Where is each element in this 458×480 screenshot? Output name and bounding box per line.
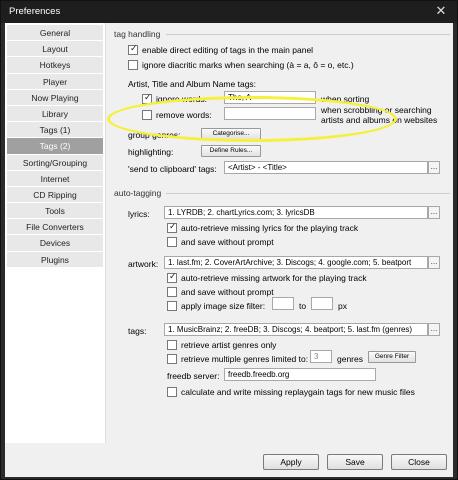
retrieve-multiple-genres-checkbox[interactable] — [167, 354, 177, 364]
title-bar: Preferences ✕ — [1, 1, 457, 23]
retrieve-artist-genres-checkbox[interactable] — [167, 340, 177, 350]
sidebar-item[interactable]: Hotkeys — [7, 57, 103, 74]
genres-label: genres — [337, 354, 363, 364]
tags-sources-input[interactable]: 1. MusicBrainz; 2. freeDB; 3. Discogs; 4… — [164, 323, 428, 336]
sidebar-item[interactable]: File Converters — [7, 219, 103, 236]
sidebar-item[interactable]: CD Ripping — [7, 186, 103, 204]
freedb-server-input[interactable]: freedb.freedb.org — [224, 368, 376, 381]
sidebar-item[interactable]: Plugins — [7, 251, 103, 268]
genre-filter-button[interactable]: Genre Filter — [368, 351, 416, 363]
retrieve-artist-genres-label: retrieve artist genres only — [181, 340, 277, 350]
replaygain-label: calculate and write missing replaygain t… — [181, 387, 415, 397]
content-area: General Layout Hotkeys Player Now Playing Lib… — [5, 23, 453, 443]
divider — [166, 193, 450, 194]
yellow-highlight-annotation — [107, 96, 397, 142]
artist-title-label: Artist, Title and Album Name tags: — [128, 79, 257, 89]
lyrics-auto-label: auto-retrieve missing lyrics for the pla… — [181, 223, 359, 233]
send-clipboard-input[interactable]: <Artist> - <Title> — [224, 161, 428, 174]
artwork-sources-input[interactable]: 1. last.fm; 2. CoverArtArchive; 3. Disco… — [164, 256, 428, 269]
highlighting-label: highlighting: — [128, 147, 174, 157]
save-button[interactable]: Save — [327, 454, 383, 470]
enable-direct-edit-label: enable direct editing of tags in the mai… — [142, 45, 314, 55]
sidebar-item[interactable]: General — [7, 25, 103, 42]
artwork-label: artwork: — [128, 259, 159, 269]
artwork-auto-checkbox[interactable] — [167, 271, 177, 283]
artwork-ellipsis-button[interactable]: ... — [428, 256, 440, 269]
sidebar-item[interactable]: Devices — [7, 235, 103, 252]
image-filter-checkbox[interactable] — [167, 301, 177, 311]
px-label: px — [338, 301, 347, 311]
window-title: Preferences — [9, 6, 61, 17]
close-icon[interactable]: ✕ — [428, 2, 454, 20]
lyrics-label: lyrics: — [128, 209, 150, 219]
apply-button[interactable]: Apply — [263, 454, 319, 470]
sidebar-item[interactable]: Sorting/Grouping — [7, 154, 103, 171]
image-min-size-input[interactable] — [272, 297, 294, 310]
close-button[interactable]: Close — [391, 454, 447, 470]
to-label: to — [299, 301, 307, 311]
send-clipboard-label: 'send to clipboard' tags: — [128, 164, 217, 174]
sidebar-item[interactable]: Layout — [7, 41, 103, 58]
divider — [166, 34, 450, 35]
sidebar-item[interactable]: Tools — [7, 203, 103, 220]
settings-panel: tag handling enable direct editing of ta… — [105, 23, 453, 443]
artwork-save-checkbox[interactable] — [167, 287, 177, 297]
define-rules-button[interactable]: Define Rules... — [201, 145, 261, 157]
lyrics-save-checkbox[interactable] — [167, 237, 177, 247]
tag-handling-title: tag handling — [114, 29, 161, 39]
ignore-diacritic-label: ignore diacritic marks when searching (à… — [142, 60, 354, 70]
tags-ellipsis-button[interactable]: ... — [428, 323, 440, 336]
preferences-window: Preferences ✕ General Layout Hotkeys Player… — [0, 0, 458, 480]
sidebar-item[interactable]: Tags (1) — [7, 122, 103, 139]
sidebar-item[interactable]: Tags (2) — [7, 138, 103, 155]
send-clipboard-ellipsis-button[interactable]: ... — [428, 161, 440, 174]
client-area: General Layout Hotkeys Player Now Playing Lib… — [5, 23, 453, 477]
ignore-diacritic-checkbox[interactable] — [128, 60, 138, 70]
sidebar-item[interactable]: Library — [7, 105, 103, 123]
sidebar: General Layout Hotkeys Player Now Playing Lib… — [7, 25, 103, 268]
sidebar-item[interactable]: Internet — [7, 170, 103, 187]
freedb-server-label: freedb server: — [167, 371, 220, 381]
replaygain-checkbox[interactable] — [167, 387, 177, 397]
lyrics-sources-input[interactable]: 1. LYRDB; 2. chartLyrics.com; 3. lyricsD… — [164, 206, 428, 219]
lyrics-save-label: and save without prompt — [181, 237, 274, 247]
image-filter-label: apply image size filter: — [181, 301, 266, 311]
sidebar-item[interactable]: Now Playing — [7, 89, 103, 106]
genres-limit-input[interactable]: 3 — [310, 350, 332, 363]
sidebar-item[interactable]: Player — [7, 73, 103, 90]
artwork-auto-label: auto-retrieve missing artwork for the pl… — [181, 273, 367, 283]
lyrics-auto-checkbox[interactable] — [167, 221, 177, 233]
lyrics-ellipsis-button[interactable]: ... — [428, 206, 440, 219]
auto-tagging-title: auto-tagging — [114, 188, 162, 198]
retrieve-multiple-genres-label: retrieve multiple genres limited to: — [181, 354, 309, 364]
image-max-size-input[interactable] — [311, 297, 333, 310]
artwork-save-label: and save without prompt — [181, 287, 274, 297]
enable-direct-edit-checkbox[interactable] — [128, 43, 138, 55]
tags-label: tags: — [128, 326, 147, 336]
